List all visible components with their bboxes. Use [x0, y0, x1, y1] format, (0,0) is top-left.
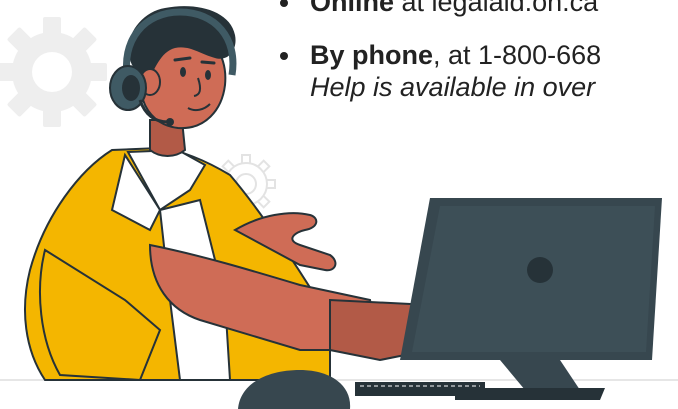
support-illustration-canvas: Online at legalaid.on.ca By phone, at 1-…	[0, 0, 678, 409]
gear-icon	[0, 17, 107, 127]
contact-option-phone: By phone, at 1-800-668 Help is available…	[274, 39, 678, 103]
bullet-dot	[280, 52, 288, 60]
contact-method-detail: , at 1-800-668	[433, 40, 602, 70]
contact-options-list: Online at legalaid.on.ca By phone, at 1-…	[274, 0, 678, 103]
monitor-icon	[400, 198, 662, 400]
contact-option-online: Online at legalaid.on.ca	[274, 0, 678, 18]
contact-method-detail: at legalaid.on.ca	[394, 0, 599, 17]
contact-method-label: Online	[310, 0, 395, 17]
language-help-note: Help is available in over	[310, 72, 596, 102]
bullet-dot	[280, 0, 288, 7]
contact-method-label: By phone	[310, 40, 434, 70]
